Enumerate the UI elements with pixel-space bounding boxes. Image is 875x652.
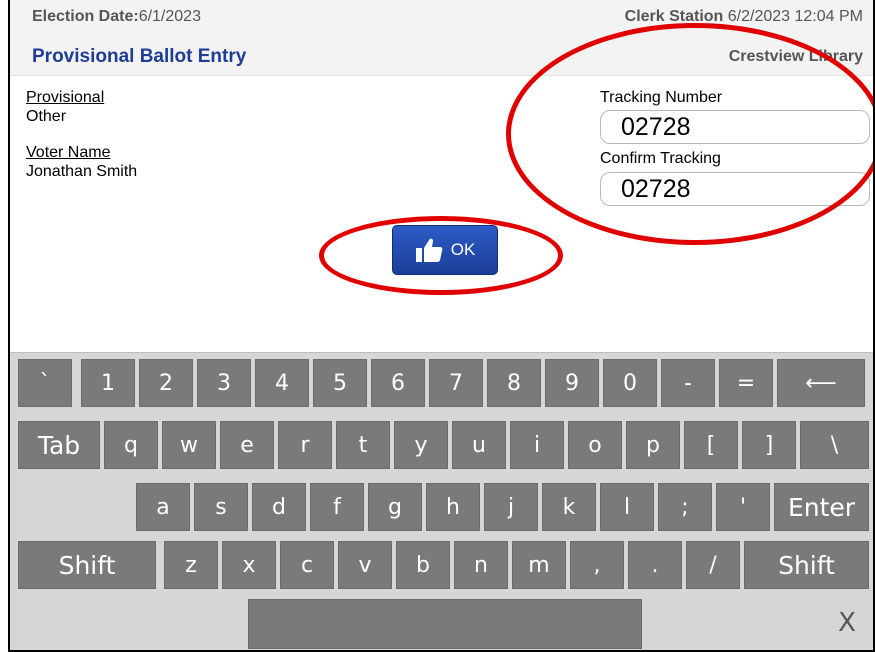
station-info: Clerk Station 6/2/2023 12:04 PM: [625, 8, 863, 26]
key-space[interactable]: [248, 599, 642, 649]
key-i[interactable]: i: [510, 421, 564, 469]
ok-label: OK: [450, 240, 476, 259]
key-y[interactable]: y: [394, 421, 448, 469]
key-4[interactable]: 4: [255, 359, 309, 407]
key-7[interactable]: 7: [429, 359, 483, 407]
key-z[interactable]: z: [164, 541, 218, 589]
key-d[interactable]: d: [252, 483, 306, 531]
provisional-label: Provisional: [26, 89, 105, 106]
key-shift[interactable]: Shift: [744, 541, 869, 589]
thumbs-up-icon: [415, 237, 443, 263]
key-backtick[interactable]: `: [18, 359, 72, 407]
key-comma[interactable]: ,: [570, 541, 624, 589]
key-m[interactable]: m: [512, 541, 566, 589]
key-2[interactable]: 2: [139, 359, 193, 407]
key-left-bracket[interactable]: [: [684, 421, 738, 469]
key-r[interactable]: r: [278, 421, 332, 469]
key-c[interactable]: c: [280, 541, 334, 589]
ok-button[interactable]: OK: [392, 225, 498, 275]
election-date-label: Election Date:: [32, 8, 139, 25]
key-x[interactable]: x: [222, 541, 276, 589]
election-date-value: 6/1/2023: [138, 8, 201, 25]
key-0[interactable]: 0: [603, 359, 657, 407]
key-n[interactable]: n: [454, 541, 508, 589]
location-name: Crestview Library: [728, 48, 863, 65]
app-window: Election Date:6/1/2023 Provisional Ballo…: [8, 0, 875, 652]
key-5[interactable]: 5: [313, 359, 367, 407]
key-shift[interactable]: Shift: [18, 541, 156, 589]
key-semicolon[interactable]: ;: [658, 483, 712, 531]
key-a[interactable]: a: [136, 483, 190, 531]
voter-name-value: Jonathan Smith: [26, 163, 138, 180]
key-6[interactable]: 6: [371, 359, 425, 407]
key-v[interactable]: v: [338, 541, 392, 589]
page-title: Provisional Ballot Entry: [32, 46, 247, 67]
voter-name-label: Voter Name: [26, 144, 111, 161]
key-g[interactable]: g: [368, 483, 422, 531]
key-9[interactable]: 9: [545, 359, 599, 407]
key-8[interactable]: 8: [487, 359, 541, 407]
station-label: Clerk Station: [624, 8, 724, 25]
tracking-number-label: Tracking Number: [600, 89, 723, 106]
on-screen-keyboard: X ` 1 2 3 4 5 6 7 8 9 0- = ⟵ Tab q w e r t y u i o p[] \ a s d f g h j k…: [10, 352, 873, 650]
key-slash[interactable]: /: [686, 541, 740, 589]
key-right-bracket[interactable]: ]: [742, 421, 796, 469]
election-date: Election Date:6/1/2023: [32, 8, 201, 26]
key-b[interactable]: b: [396, 541, 450, 589]
tracking-number-input[interactable]: 02728: [600, 110, 870, 144]
key-l[interactable]: l: [600, 483, 654, 531]
key-h[interactable]: h: [426, 483, 480, 531]
key-j[interactable]: j: [484, 483, 538, 531]
key-p[interactable]: p: [626, 421, 680, 469]
key-quote[interactable]: ': [716, 483, 770, 531]
key-u[interactable]: u: [452, 421, 506, 469]
close-keyboard-button[interactable]: X: [827, 603, 867, 643]
key-backspace[interactable]: ⟵: [777, 359, 865, 407]
key-f[interactable]: f: [310, 483, 364, 531]
key-o[interactable]: o: [568, 421, 622, 469]
key-equals[interactable]: =: [719, 359, 773, 407]
key-t[interactable]: t: [336, 421, 390, 469]
key-minus[interactable]: -: [661, 359, 715, 407]
header: Election Date:6/1/2023 Provisional Ballo…: [10, 0, 873, 76]
key-k[interactable]: k: [542, 483, 596, 531]
provisional-value: Other: [26, 108, 67, 125]
key-backslash[interactable]: \: [800, 421, 869, 469]
key-tab[interactable]: Tab: [18, 421, 100, 469]
key-q[interactable]: q: [104, 421, 158, 469]
key-w[interactable]: w: [162, 421, 216, 469]
key-e[interactable]: e: [220, 421, 274, 469]
confirm-tracking-input[interactable]: 02728: [600, 172, 870, 206]
confirm-tracking-label: Confirm Tracking: [600, 150, 721, 167]
key-period[interactable]: .: [628, 541, 682, 589]
key-1[interactable]: 1: [81, 359, 135, 407]
key-3[interactable]: 3: [197, 359, 251, 407]
key-s[interactable]: s: [194, 483, 248, 531]
key-enter[interactable]: Enter: [774, 483, 869, 531]
station-datetime: 6/2/2023 12:04 PM: [727, 8, 863, 25]
